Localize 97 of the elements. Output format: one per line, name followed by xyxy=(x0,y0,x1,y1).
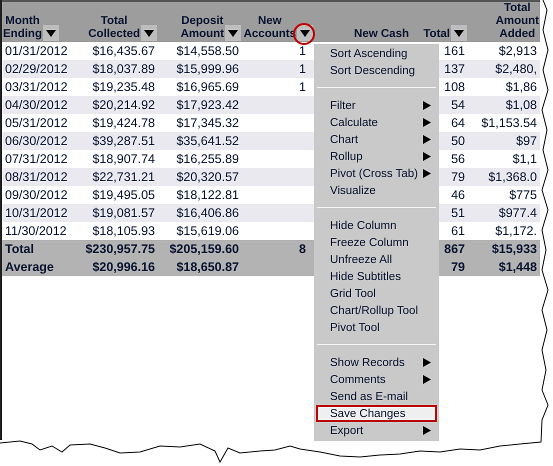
table-cell-text: 06/30/2012 xyxy=(4,134,69,148)
menu-item[interactable]: Calculate xyxy=(316,114,437,131)
table-cell-text: $775 xyxy=(508,188,538,202)
table-cell-text: 05/31/2012 xyxy=(4,116,69,130)
table-cell-text: $977.4 xyxy=(498,206,538,220)
menu-item[interactable]: Sort Ascending xyxy=(316,45,437,62)
table-cell-text: 51 xyxy=(450,206,466,220)
summary-cell-text: Average xyxy=(4,260,55,274)
dropdown-arrow-button[interactable] xyxy=(42,25,59,41)
table-cell-text: $16,406.86 xyxy=(175,206,240,220)
dropdown-arrow-button[interactable] xyxy=(225,25,241,41)
menu-item[interactable]: Freeze Column xyxy=(316,234,437,251)
summary-cell-text: $1,448 xyxy=(498,260,538,274)
table-cell-text: $16,435.67 xyxy=(91,44,156,58)
menu-item[interactable]: Comments xyxy=(316,371,437,388)
menu-item[interactable]: Unfreeze All xyxy=(316,251,437,268)
table-cell-text: 08/31/2012 xyxy=(4,170,69,184)
table-cell-text: 1 xyxy=(298,80,307,94)
column-header: Total xyxy=(423,28,450,41)
table-cell-text: 03/31/2012 xyxy=(4,80,69,94)
table-cell-text: 64 xyxy=(450,116,466,130)
summary-cell-text: 867 xyxy=(443,242,466,256)
summary-cell-text: 79 xyxy=(450,260,466,274)
menu-item[interactable]: Pivot Tool xyxy=(316,319,437,336)
table-cell-text: $2,480, xyxy=(494,62,538,76)
menu-item[interactable]: Sort Descending xyxy=(316,62,437,79)
table-cell-text: 04/30/2012 xyxy=(4,98,69,112)
table-cell-text: $19,424.78 xyxy=(91,116,156,130)
table-cell-text: $1,08 xyxy=(504,98,538,112)
summary-cell-text: $230,957.75 xyxy=(84,242,156,256)
table-cell-text: $18,122.81 xyxy=(175,188,240,202)
table-cell-text: $2,913 xyxy=(498,44,538,58)
table-cell-text: 56 xyxy=(450,152,466,166)
table-cell-text: 1 xyxy=(298,44,307,58)
table-cell-text: $15,619.06 xyxy=(175,224,240,238)
menu-item[interactable]: Export xyxy=(316,422,437,439)
table-cell-text: 02/29/2012 xyxy=(4,62,69,76)
menu-item[interactable]: Hide Column xyxy=(316,217,437,234)
menu-item[interactable]: Hide Subtitles xyxy=(316,268,437,285)
table-cell-text: $39,287.51 xyxy=(91,134,156,148)
table-cell-text: $16,255.89 xyxy=(175,152,240,166)
table-cell-text: $1,1 xyxy=(512,152,538,166)
table-cell-text: $16,965.69 xyxy=(175,80,240,94)
summary-cell-text: $20,996.16 xyxy=(91,260,156,274)
table-cell-text: $1,153.54 xyxy=(480,116,538,130)
table-cell-text: $35,641.52 xyxy=(175,134,240,148)
dropdown-arrow-button[interactable] xyxy=(141,25,157,41)
menu-item[interactable]: Visualize xyxy=(316,182,437,199)
table-cell-text: $18,037.89 xyxy=(91,62,156,76)
table-cell-text: 61 xyxy=(450,224,466,238)
column-header: Total Amount Added xyxy=(496,2,539,41)
table-cell-text: 108 xyxy=(443,80,466,94)
column-header: Month Ending xyxy=(3,15,42,41)
table-cell-text: 11/30/2012 xyxy=(4,224,68,238)
table-cell-text: $1,368.0 xyxy=(487,170,538,184)
menu-item[interactable]: Show Records xyxy=(316,354,437,371)
menu-item[interactable]: Send as E-mail xyxy=(316,388,437,405)
table-cell-text: $18,105.93 xyxy=(91,224,156,238)
summary-cell-text: $205,159.60 xyxy=(168,242,240,256)
table-cell-text: 10/31/2012 xyxy=(4,206,69,220)
table-cell-text: 46 xyxy=(450,188,466,202)
table-cell-text: $15,999.96 xyxy=(175,62,240,76)
column-header: New Cash xyxy=(354,28,409,41)
table-cell-text: $20,320.57 xyxy=(175,170,240,184)
menu-item[interactable]: Pivot (Cross Tab) xyxy=(316,165,437,182)
table-cell-text: $22,731.21 xyxy=(91,170,156,184)
table-cell-text: $19,495.05 xyxy=(91,188,156,202)
table-cell-text: 07/31/2012 xyxy=(4,152,69,166)
column-header: Deposit Amount xyxy=(180,15,224,41)
table-cell-text: 09/30/2012 xyxy=(4,188,69,202)
table-cell-text: 1 xyxy=(298,62,307,76)
dropdown-arrow-button[interactable] xyxy=(451,25,467,41)
table-cell-text: $20,214.92 xyxy=(91,98,156,112)
menu-item[interactable]: Rollup xyxy=(316,148,437,165)
table-cell-text: $17,345.32 xyxy=(175,116,240,130)
table-cell-text: $19,081.57 xyxy=(91,206,156,220)
summary-cell-text: $18,650.87 xyxy=(175,260,240,274)
table-cell-text: 01/31/2012 xyxy=(4,44,69,58)
summary-cell-text: $15,933 xyxy=(490,242,538,256)
table-cell-text: $18,907.74 xyxy=(91,152,156,166)
table-cell-text: $1,86 xyxy=(504,80,538,94)
table-cell-text: 161 xyxy=(443,44,466,58)
summary-cell-text: 8 xyxy=(298,242,307,256)
table-cell-text: $17,923.42 xyxy=(175,98,240,112)
menu-item[interactable]: Chart xyxy=(316,131,437,148)
summary-cell-text: Total xyxy=(4,242,35,256)
table-cell-text: 54 xyxy=(450,98,466,112)
menu-item[interactable]: Save Changes xyxy=(316,405,437,422)
column-header: Total Collected xyxy=(88,15,140,41)
menu-item[interactable]: Grid Tool xyxy=(316,285,437,302)
menu-item[interactable]: Chart/Rollup Tool xyxy=(316,302,437,319)
table-cell-text: $97 xyxy=(515,134,538,148)
menu-item[interactable]: Filter xyxy=(316,97,437,114)
table-cell-text: 50 xyxy=(450,134,466,148)
table-cell-text: $19,235.48 xyxy=(91,80,156,94)
table-cell-text: $14,558.50 xyxy=(175,44,240,58)
table-cell-text: $1,172. xyxy=(494,224,538,238)
